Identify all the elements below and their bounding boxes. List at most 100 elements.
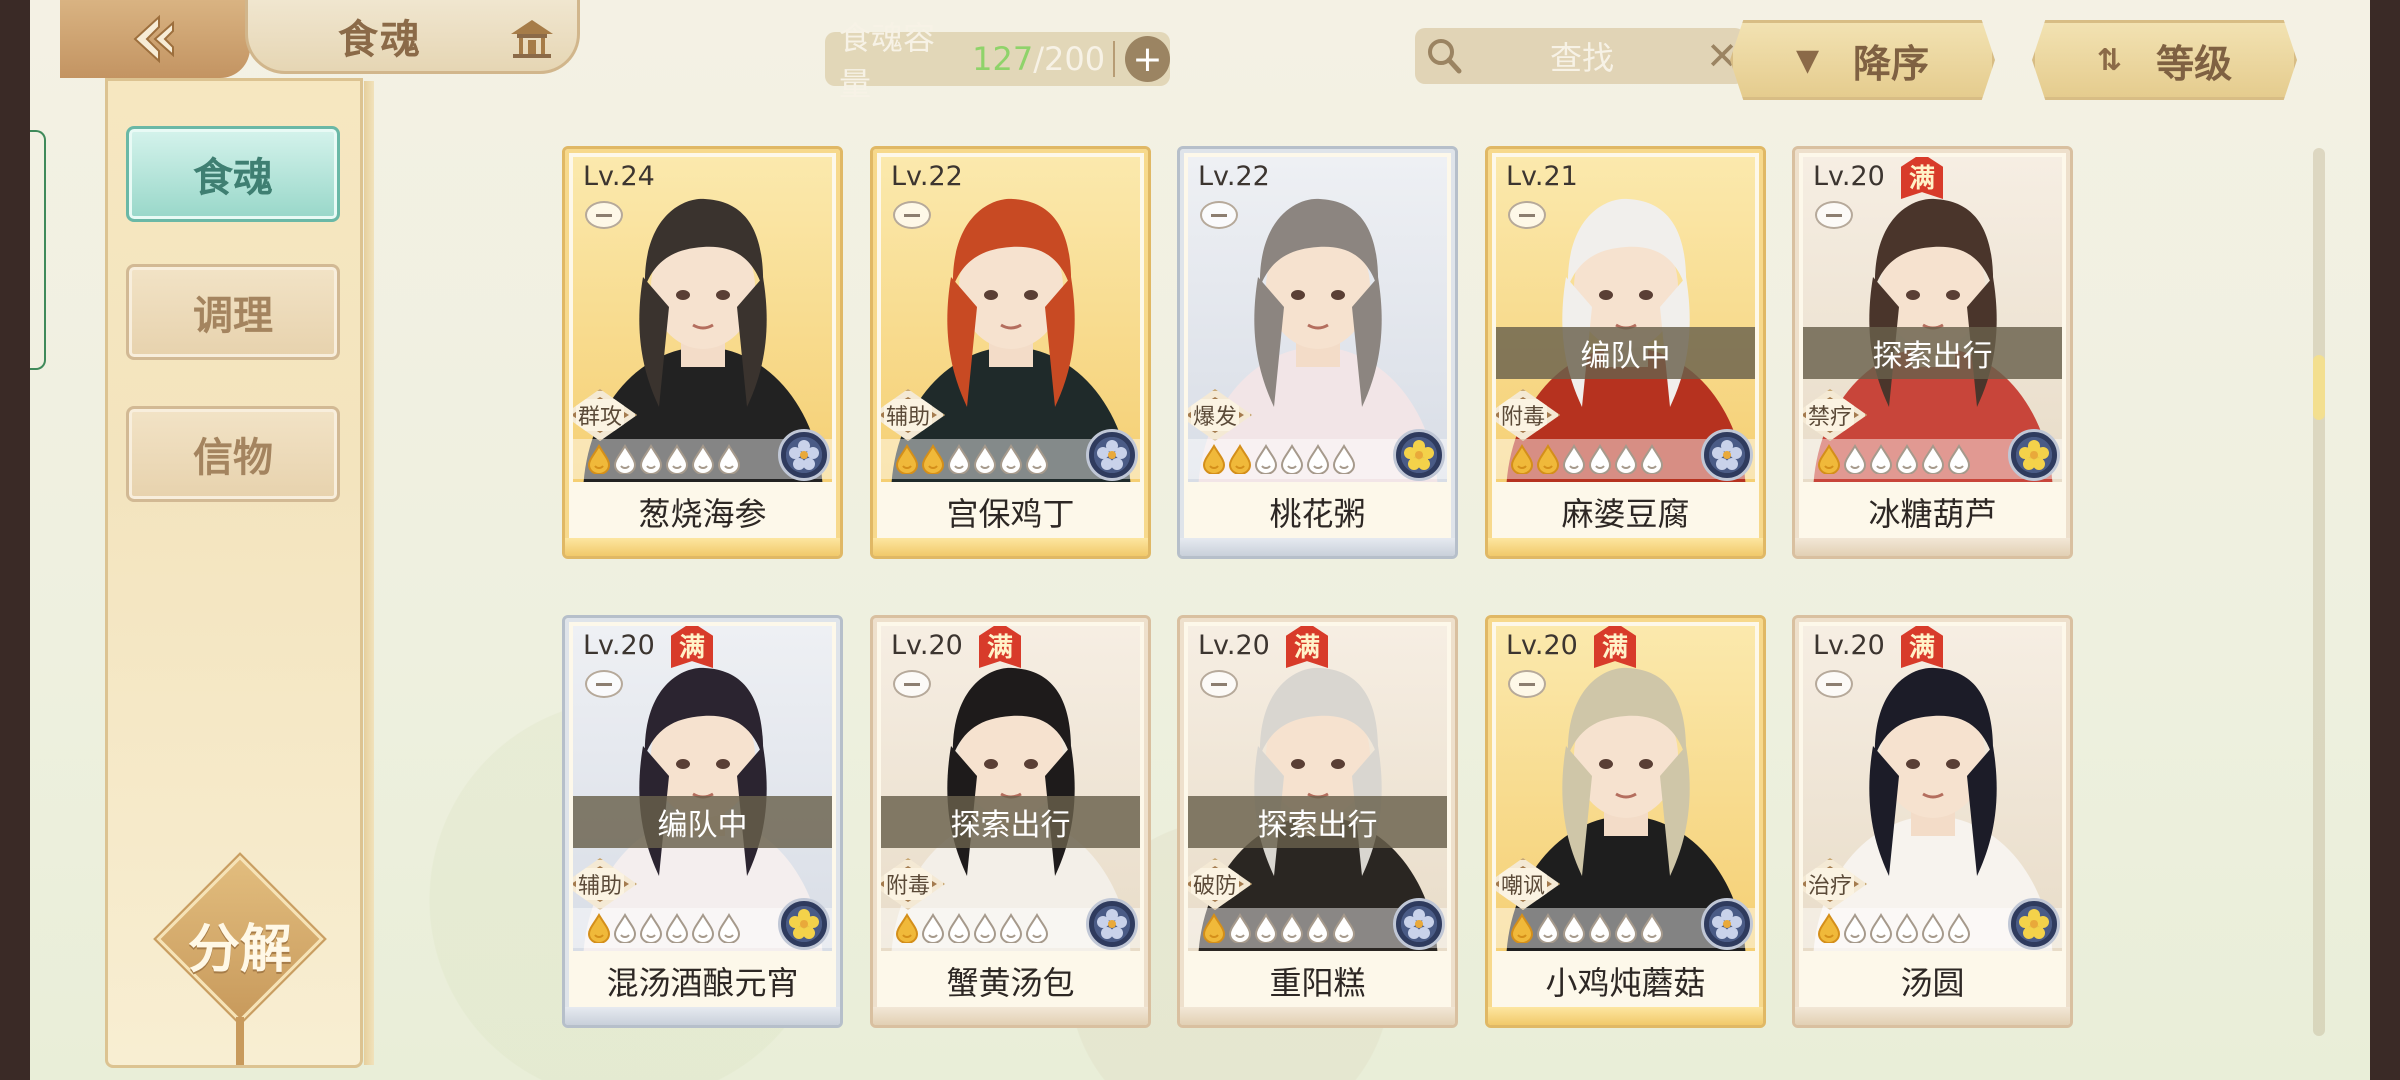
sort-order-label: 降序: [1853, 41, 1930, 86]
card-frame-foot: [1180, 1007, 1455, 1025]
star-drop-icon: [1202, 444, 1226, 474]
rank-coin-icon: [1701, 898, 1753, 950]
star-drop-icon: [613, 913, 637, 943]
star-drop-icon: [1562, 444, 1586, 474]
card-frame-foot: [565, 1007, 840, 1025]
soul-card[interactable]: Lv.20 满 编队中 辅助 混汤酒酿元宵: [562, 615, 843, 1028]
star-drop-icon: [1869, 913, 1893, 943]
decompose-button[interactable]: 分解: [153, 852, 327, 1065]
flower-icon: [1404, 909, 1434, 939]
star-drop-icon: [1817, 913, 1841, 943]
soul-card[interactable]: Lv.20 满 探索出行 破防 重阳糕: [1177, 615, 1458, 1028]
card-name: 麻婆豆腐: [1561, 495, 1690, 533]
soul-card[interactable]: Lv.21 编队中 附毒 麻婆豆腐: [1485, 146, 1766, 559]
mood-icon: [1200, 670, 1238, 698]
star-drop-icon: [1306, 913, 1330, 943]
tab-soul[interactable]: 食魂: [126, 126, 340, 222]
star-drop-icon: [1640, 913, 1664, 943]
card-name: 蟹黄汤包: [946, 964, 1075, 1002]
flower-icon: [2019, 440, 2049, 470]
expand-capacity-button[interactable]: +: [1125, 36, 1170, 82]
card-name: 桃花粥: [1269, 495, 1366, 533]
star-drop-icon: [1280, 913, 1304, 943]
card-frame-foot: [1795, 1007, 2070, 1025]
soul-card[interactable]: Lv.20 满 探索出行 附毒 蟹黄汤包: [870, 615, 1151, 1028]
rank-coin-icon: [1701, 429, 1753, 481]
star-drop-icon: [895, 444, 919, 474]
star-drop-icon: [639, 913, 663, 943]
card-frame-foot: [1180, 538, 1455, 556]
star-drop-icon: [639, 444, 663, 474]
soul-card[interactable]: Lv.22 辅助 宫保鸡丁: [870, 146, 1151, 559]
star-drop-icon: [717, 913, 741, 943]
level-label: Lv.20: [583, 630, 655, 661]
soul-card[interactable]: Lv.20 满 治疗 汤圆: [1792, 615, 2073, 1028]
mood-icon: [1508, 201, 1546, 229]
tab-cook-label: 调理: [193, 292, 273, 339]
scrollbar-track[interactable]: [2313, 148, 2325, 1036]
star-drop-icon: [1588, 444, 1612, 474]
tab-cook[interactable]: 调理: [126, 264, 340, 360]
role-label: 嘲讽: [1498, 868, 1547, 900]
star-drop-icon: [665, 444, 689, 474]
star-drop-icon: [1536, 444, 1560, 474]
star-drop-icon: [691, 913, 715, 943]
card-name: 宫保鸡丁: [946, 495, 1075, 533]
star-drop-icon: [1025, 444, 1049, 474]
soul-card[interactable]: Lv.20 满 嘲讽 小鸡炖蘑菇: [1485, 615, 1766, 1028]
star-drop-icon: [1640, 444, 1664, 474]
sort-order-button[interactable]: ▼ 降序: [1730, 20, 1995, 100]
star-drop-icon: [1254, 913, 1278, 943]
search-placeholder[interactable]: 查找: [1465, 33, 1699, 79]
search-bar[interactable]: 查找 ✕: [1415, 28, 1745, 84]
status-band: 编队中: [573, 796, 832, 848]
status-band: 编队中: [1496, 327, 1755, 379]
flower-icon: [789, 909, 819, 939]
flower-icon: [2019, 909, 2049, 939]
star-drop-icon: [1536, 913, 1560, 943]
rank-coin-icon: [778, 898, 830, 950]
card-frame-foot: [873, 538, 1148, 556]
tab-token[interactable]: 信物: [126, 406, 340, 502]
star-drop-icon: [1332, 444, 1356, 474]
star-drop-icon: [1947, 913, 1971, 943]
star-drop-icon: [717, 444, 741, 474]
star-drop-icon: [895, 913, 919, 943]
mood-icon: [1200, 201, 1238, 229]
star-drop-icon: [1921, 913, 1945, 943]
level-label: Lv.20: [1198, 630, 1270, 661]
pavilion-icon[interactable]: [509, 16, 555, 58]
star-drop-icon: [587, 444, 611, 474]
scrollbar-thumb[interactable]: [2313, 355, 2325, 420]
star-drop-icon: [1254, 444, 1278, 474]
role-label: 辅助: [575, 868, 624, 900]
star-drop-icon: [1306, 444, 1330, 474]
back-button[interactable]: [60, 0, 250, 78]
soul-card[interactable]: Lv.22 爆发 桃花粥: [1177, 146, 1458, 559]
flower-icon: [1712, 909, 1742, 939]
star-drop-icon: [691, 444, 715, 474]
card-frame-foot: [1488, 538, 1763, 556]
level-label: Lv.22: [1198, 161, 1270, 192]
flower-icon: [1404, 440, 1434, 470]
mood-icon: [585, 201, 623, 229]
star-drop-icon: [1921, 444, 1945, 474]
tab-soul-label: 食魂: [193, 154, 273, 201]
star-drop-icon: [1843, 913, 1867, 943]
soul-card[interactable]: Lv.24 群攻 葱烧海参: [562, 146, 843, 559]
star-drop-icon: [1280, 444, 1304, 474]
star-drop-icon: [665, 913, 689, 943]
role-label: 辅助: [883, 399, 932, 431]
capacity-used: 127: [972, 40, 1034, 78]
star-drop-icon: [1202, 913, 1226, 943]
star-drop-icon: [1869, 444, 1893, 474]
rank-coin-icon: [1086, 429, 1138, 481]
mood-icon: [1508, 670, 1546, 698]
card-name: 重阳糕: [1269, 964, 1366, 1002]
sort-key-button[interactable]: ⇅ 等级: [2032, 20, 2297, 100]
card-name: 混汤酒酿元宵: [606, 964, 799, 1002]
star-drop-icon: [921, 444, 945, 474]
soul-card[interactable]: Lv.20 满 探索出行 禁疗 冰糖葫芦: [1792, 146, 2073, 559]
divider: [1113, 41, 1116, 77]
star-drop-icon: [613, 444, 637, 474]
